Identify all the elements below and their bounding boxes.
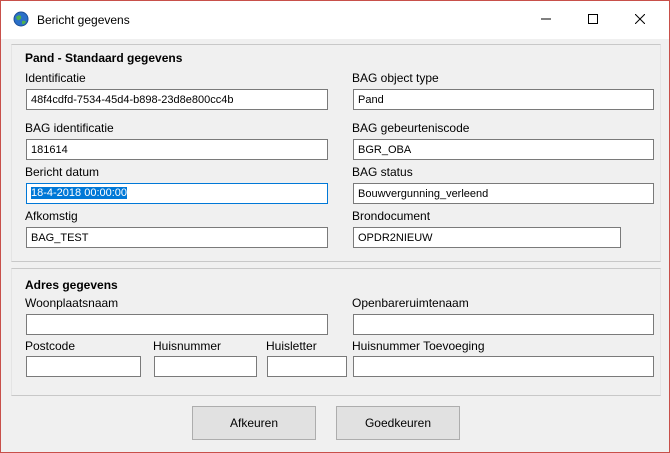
maximize-icon — [588, 13, 598, 27]
identificatie-field[interactable] — [26, 89, 328, 110]
afkomstig-field[interactable] — [26, 227, 328, 248]
brondocument-field[interactable] — [353, 227, 621, 248]
huisnummer-toevoeging-label: Huisnummer Toevoeging — [352, 339, 485, 353]
maximize-button[interactable] — [570, 1, 616, 39]
globe-icon — [13, 11, 29, 27]
bag-gebeurteniscode-label: BAG gebeurteniscode — [352, 121, 470, 135]
huisnummer-field[interactable] — [154, 356, 257, 377]
bag-object-type-label: BAG object type — [352, 71, 439, 85]
huisnummer-label: Huisnummer — [153, 339, 222, 353]
brondocument-label: Brondocument — [352, 209, 431, 223]
identificatie-label: Identificatie — [25, 71, 86, 85]
title-bar[interactable]: Bericht gegevens — [1, 1, 669, 39]
bag-identificatie-label: BAG identificatie — [25, 121, 114, 135]
goedkeuren-button[interactable]: Goedkeuren — [336, 406, 460, 440]
bag-status-field[interactable] — [353, 183, 654, 204]
adres-panel: Adres gegevens Woonplaatsnaam Openbareru… — [11, 268, 661, 396]
huisletter-field[interactable] — [267, 356, 347, 377]
huisnummer-toevoeging-field[interactable] — [353, 356, 654, 377]
window-title: Bericht gegevens — [37, 13, 130, 27]
minimize-button[interactable] — [523, 1, 569, 39]
afkomstig-label: Afkomstig — [25, 209, 78, 223]
bag-identificatie-field[interactable] — [26, 139, 328, 160]
bericht-datum-field[interactable]: 18-4-2018 00:00:00 — [26, 183, 328, 204]
bag-object-type-field[interactable] — [353, 89, 654, 110]
openbareruimtenaam-label: Openbareruimtenaam — [352, 296, 469, 310]
postcode-label: Postcode — [25, 339, 76, 353]
bag-status-label: BAG status — [352, 165, 413, 179]
afkeuren-button[interactable]: Afkeuren — [192, 406, 316, 440]
pand-panel: Pand - Standaard gegevens Identificatie … — [11, 44, 661, 262]
bericht-datum-label: Bericht datum — [25, 165, 100, 179]
close-button[interactable] — [617, 1, 663, 39]
adres-section-title: Adres gegevens — [25, 278, 118, 292]
postcode-field[interactable] — [26, 356, 141, 377]
close-icon — [634, 13, 646, 27]
pand-section-title: Pand - Standaard gegevens — [25, 51, 183, 65]
bericht-datum-value: 18-4-2018 00:00:00 — [31, 187, 128, 199]
woonplaatsnaam-field[interactable] — [26, 314, 328, 335]
bag-gebeurteniscode-field[interactable] — [353, 139, 654, 160]
woonplaatsnaam-label: Woonplaatsnaam — [25, 296, 119, 310]
minimize-icon — [541, 13, 551, 27]
openbareruimtenaam-field[interactable] — [353, 314, 654, 335]
dialog-window: Bericht gegevens Pand - Standaard gegeve… — [0, 0, 670, 453]
huisletter-label: Huisletter — [266, 339, 317, 353]
